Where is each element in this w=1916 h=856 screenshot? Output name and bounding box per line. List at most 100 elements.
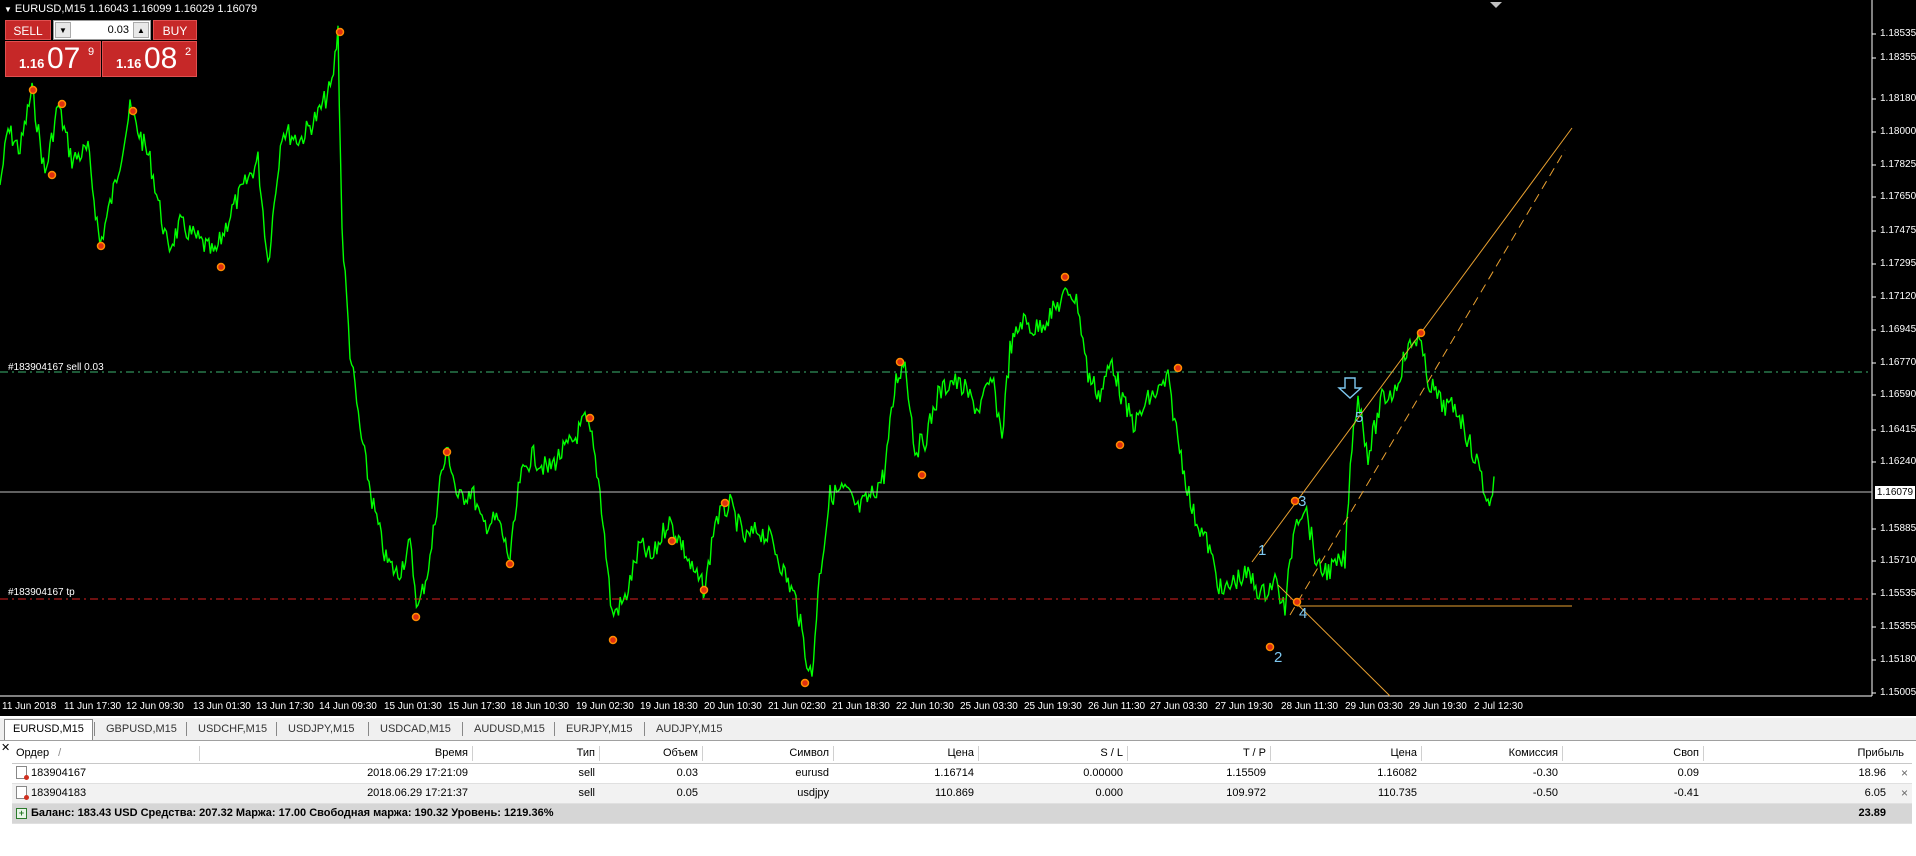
fractal-marker: [699, 585, 709, 595]
price-scale-label: 1.15355: [1880, 621, 1916, 632]
fractal-marker: [216, 262, 226, 272]
fractal-marker: [411, 612, 421, 622]
col-time[interactable]: Время: [202, 744, 468, 763]
price-scale-label: 1.17295: [1880, 258, 1916, 269]
sell-price-prefix: 1.16: [19, 56, 45, 71]
time-axis-label: 19 Jun 18:30: [640, 701, 698, 712]
price-scale-label: 1.18355: [1880, 52, 1916, 63]
time-axis-label: 11 Jun 2018: [2, 701, 57, 712]
symbol-info: ▼ EURUSD,M15 1.16043 1.16099 1.16029 1.16…: [4, 3, 258, 15]
lot-size-input[interactable]: [72, 21, 132, 39]
sell-price-fraction: 9: [88, 46, 95, 58]
buy-button[interactable]: BUY: [153, 20, 197, 40]
col-open-price[interactable]: Цена: [836, 744, 974, 763]
buy-price-button[interactable]: 1.16 08 2: [102, 41, 197, 77]
fractal-marker: [917, 470, 927, 480]
close-order-icon[interactable]: ×: [1901, 764, 1908, 783]
tab-usdchf-m15[interactable]: USDCHF,M15: [190, 720, 275, 738]
tab-eurusd-m15[interactable]: EURUSD,M15: [4, 719, 93, 740]
price-scale-label: 1.16945: [1880, 324, 1916, 335]
fractal-marker: [57, 99, 67, 109]
sell-price-pips: 07: [47, 42, 81, 75]
price-scale-label: 1.15535: [1880, 588, 1916, 599]
price-scale-label: 1.18180: [1880, 93, 1916, 104]
time-axis-label: 14 Jun 09:30: [319, 701, 377, 712]
close-order-icon[interactable]: ×: [1901, 784, 1908, 803]
fractal-marker: [800, 678, 810, 688]
trade-table: Ордер / Время Тип Объем Символ Цена S / …: [12, 744, 1912, 824]
price-scale-label: 1.17825: [1880, 159, 1916, 170]
table-row[interactable]: 183904167 2018.06.29 17:21:09 sell 0.03 …: [12, 764, 1912, 784]
col-swap[interactable]: Своп: [1565, 744, 1699, 763]
time-axis-label: 15 Jun 17:30: [448, 701, 506, 712]
col-order[interactable]: Ордер /: [16, 744, 61, 763]
time-axis-label: 25 Jun 03:30: [960, 701, 1018, 712]
lot-increase-icon[interactable]: ▲: [133, 22, 149, 38]
time-axis-label: 12 Jun 09:30: [126, 701, 184, 712]
fractal-marker: [47, 170, 57, 180]
balance-summary: Баланс: 183.43 USD Средства: 207.32 Марж…: [31, 807, 554, 819]
buy-price-prefix: 1.16: [116, 56, 142, 71]
tab-usdcad-m15[interactable]: USDCAD,M15: [372, 720, 459, 738]
triangle-icon: ▼: [4, 5, 12, 14]
time-axis-label: 21 Jun 02:30: [768, 701, 826, 712]
price-scale-label: 1.17475: [1880, 225, 1916, 236]
col-commission[interactable]: Комиссия: [1424, 744, 1558, 763]
terminal-panel: ✕ Ордер / Время Тип Объем Символ Цена S …: [0, 741, 1916, 856]
col-current-price[interactable]: Цена: [1273, 744, 1417, 763]
fractal-marker: [505, 559, 515, 569]
tab-usdjpy-m15[interactable]: USDJPY,M15: [280, 720, 362, 738]
chart-canvas[interactable]: 1 2 3 4 5: [0, 0, 1916, 716]
fractal-marker: [720, 498, 730, 508]
time-axis-label: 18 Jun 10:30: [511, 701, 569, 712]
price-scale-label: 1.15885: [1880, 523, 1916, 534]
col-take-profit[interactable]: T / P: [1130, 744, 1266, 763]
order-icon: [16, 765, 29, 780]
fractal-marker: [667, 536, 677, 546]
time-axis-label: 22 Jun 10:30: [896, 701, 954, 712]
fractal-marker: [28, 85, 38, 95]
price-chart[interactable]: 1 2 3 4 5 ▼ EURUSD,M15 1.16043 1.16099 1.1602…: [0, 0, 1916, 716]
lot-decrease-icon[interactable]: ▼: [55, 22, 71, 38]
tab-audjpy-m15[interactable]: AUDJPY,M15: [648, 720, 730, 738]
time-axis-label: 13 Jun 17:30: [256, 701, 314, 712]
price-scale-label: 1.16590: [1880, 389, 1916, 400]
lot-size-stepper[interactable]: ▼ ▲: [53, 20, 151, 40]
sell-price-button[interactable]: 1.16 07 9: [5, 41, 101, 77]
buy-price-fraction: 2: [185, 46, 192, 58]
balance-icon: +: [16, 807, 27, 819]
total-profit: 23.89: [1858, 807, 1886, 819]
fractal-marker: [1416, 328, 1426, 338]
col-symbol[interactable]: Символ: [705, 744, 829, 763]
tab-audusd-m15[interactable]: AUDUSD,M15: [466, 720, 553, 738]
time-axis-label: 25 Jun 19:30: [1024, 701, 1082, 712]
take-profit-line-label: #183904167 tp: [8, 587, 75, 598]
down-arrow-icon: [1337, 377, 1363, 399]
current-price-tag: 1.16079: [1875, 486, 1915, 499]
price-scale-label: 1.16770: [1880, 357, 1916, 368]
time-axis-label: 11 Jun 17:30: [64, 701, 122, 712]
time-axis-label: 27 Jun 03:30: [1150, 701, 1208, 712]
sell-button[interactable]: SELL: [5, 20, 51, 40]
tab-eurjpy-m15[interactable]: EURJPY,M15: [558, 720, 640, 738]
col-profit[interactable]: Прибыль: [1706, 744, 1904, 763]
time-axis-label: 15 Jun 01:30: [384, 701, 442, 712]
fractal-marker: [608, 635, 618, 645]
fractal-marker: [895, 357, 905, 367]
col-type[interactable]: Тип: [475, 744, 595, 763]
col-volume[interactable]: Объем: [602, 744, 698, 763]
balance-row: + Баланс: 183.43 USD Средства: 207.32 Мар…: [12, 804, 1912, 824]
fractal-marker: [442, 447, 452, 457]
fractal-marker: [335, 27, 345, 37]
table-row[interactable]: 183904183 2018.06.29 17:21:37 sell 0.05 …: [12, 784, 1912, 804]
tab-gbpusd-m15[interactable]: GBPUSD,M15: [98, 720, 185, 738]
wave-label: 2: [1274, 649, 1282, 666]
fractal-marker: [585, 413, 595, 423]
time-axis-label: 29 Jun 19:30: [1409, 701, 1467, 712]
chart-tabs: EURUSD,M15 GBPUSD,M15 USDCHF,M15 USDJPY,M15…: [0, 718, 1916, 741]
price-scale-label: 1.16240: [1880, 456, 1916, 467]
time-axis-label: 26 Jun 11:30: [1088, 701, 1146, 712]
col-stop-loss[interactable]: S / L: [981, 744, 1123, 763]
close-icon[interactable]: ✕: [1, 741, 10, 754]
price-scale-label: 1.17650: [1880, 191, 1916, 202]
